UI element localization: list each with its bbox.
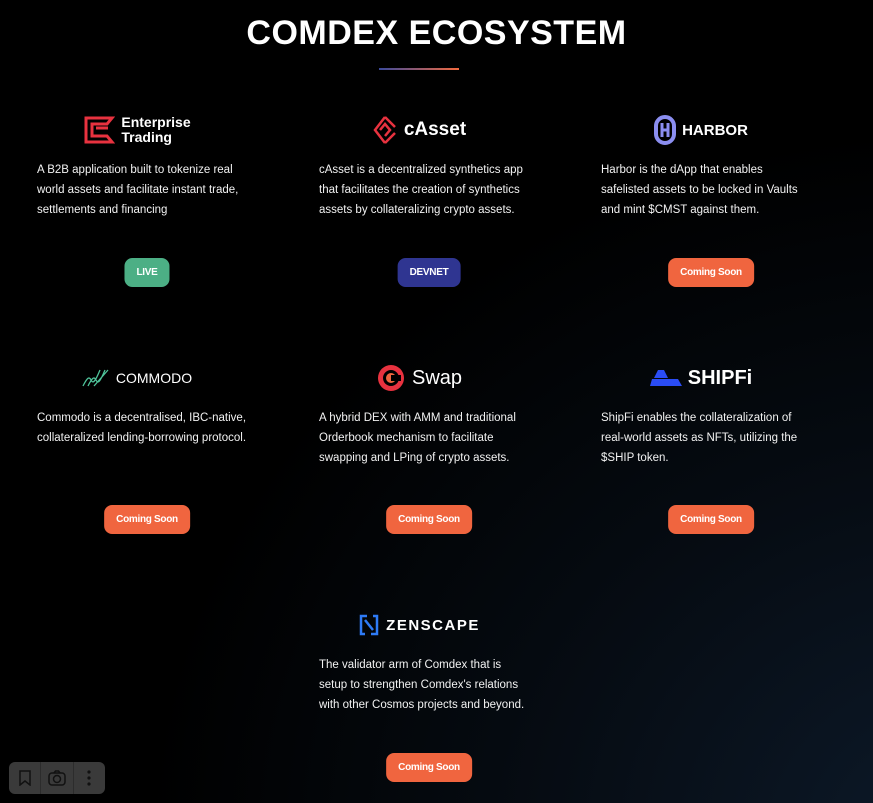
logo-text: cAsset: [403, 119, 467, 140]
card-shipfi: SHIPFi ShipFi enables the collateralizat…: [601, 358, 821, 538]
status-badge-coming-soon[interactable]: Coming Soon: [104, 505, 190, 534]
status-badge-coming-soon[interactable]: Coming Soon: [386, 753, 472, 782]
harbor-icon: [654, 115, 677, 145]
bookmark-icon: [18, 770, 31, 786]
zenscape-logo[interactable]: ZENSCAPE: [299, 605, 539, 645]
shipfi-icon: [649, 370, 682, 386]
status-badge-coming-soon[interactable]: Coming Soon: [668, 258, 754, 287]
card-description: ShipFi enables the collateralization of …: [601, 412, 798, 464]
card-description: Harbor is the dApp that enables safelist…: [601, 164, 798, 216]
commodo-logo[interactable]: COMMODO: [17, 358, 257, 398]
screenshot-button[interactable]: [41, 762, 74, 794]
logo-text: COMMODO: [115, 370, 193, 386]
cswap-logo[interactable]: Swap: [299, 358, 539, 398]
logo-text: SHIPFi: [687, 366, 753, 389]
card-description: A B2B application built to tokenize real…: [37, 164, 239, 216]
card-harbor: HARBOR Harbor is the dApp that enables s…: [601, 110, 821, 290]
floating-toolbar: [9, 762, 105, 794]
shipfi-logo[interactable]: SHIPFi: [581, 358, 821, 398]
logo-text: ZENSCAPE: [386, 616, 480, 634]
page-title: COMDEX ECOSYSTEM: [246, 14, 627, 52]
camera-search-icon: [48, 770, 66, 786]
zenscape-icon: [359, 614, 379, 636]
more-options-button[interactable]: [74, 762, 105, 794]
logo-text: Trading: [121, 129, 172, 145]
status-badge-coming-soon[interactable]: Coming Soon: [668, 505, 754, 534]
commodo-icon: [82, 369, 109, 387]
casset-icon: [373, 116, 396, 144]
logo-text: Enterprise: [121, 114, 191, 130]
card-description: The validator arm of Comdex that is setu…: [319, 659, 525, 711]
card-enterprise-trading: Enterprise Trading A B2B application buil…: [37, 110, 257, 290]
status-badge-devnet[interactable]: DEVNET: [397, 258, 461, 287]
more-vertical-icon: [87, 770, 91, 786]
status-badge-live[interactable]: LIVE: [124, 258, 170, 287]
card-description: A hybrid DEX with AMM and traditional Or…: [319, 412, 516, 464]
card-cswap: Swap A hybrid DEX with AMM and tradition…: [319, 358, 539, 538]
card-casset: cAsset cAsset is a decentralized synthet…: [319, 110, 539, 290]
card-description: Commodo is a decentralised, IBC-native, …: [37, 412, 247, 444]
harbor-logo[interactable]: HARBOR: [581, 110, 821, 150]
cswap-icon: [377, 365, 404, 391]
card-zenscape: ZENSCAPE The validator arm of Comdex tha…: [319, 605, 539, 785]
title-underline: [379, 68, 459, 70]
enterprise-trading-logo[interactable]: Enterprise Trading: [17, 110, 257, 150]
card-commodo: COMMODO Commodo is a decentralised, IBC-…: [37, 358, 257, 538]
bookmark-button[interactable]: [9, 762, 42, 794]
logo-text: Swap: [411, 366, 463, 389]
logo-text: HARBOR: [682, 121, 748, 139]
casset-logo[interactable]: cAsset: [299, 110, 539, 150]
status-badge-coming-soon[interactable]: Coming Soon: [386, 505, 472, 534]
enterprise-trading-icon: [84, 116, 116, 144]
card-description: cAsset is a decentralized synthetics app…: [319, 164, 523, 216]
